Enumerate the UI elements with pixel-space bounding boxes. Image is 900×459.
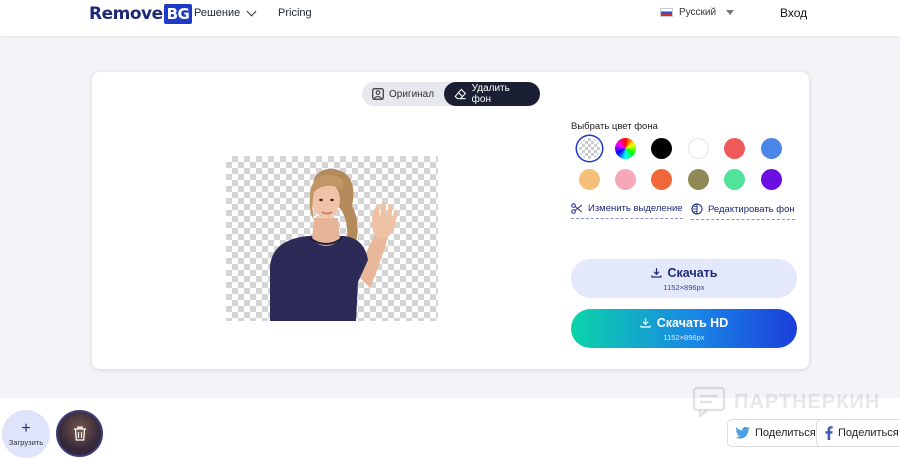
plus-icon: + <box>21 419 31 437</box>
swatch-blue[interactable] <box>761 138 782 159</box>
download-hd-main: Скачать HD <box>640 316 728 330</box>
swatch-white[interactable] <box>688 138 709 159</box>
background-layer-icon <box>691 203 703 215</box>
swatch-olive[interactable] <box>688 169 709 190</box>
tab-original[interactable]: Оригинал <box>362 82 444 106</box>
trash-icon[interactable] <box>73 426 87 441</box>
edit-background-link[interactable]: Редактировать фон <box>691 203 795 220</box>
person-cutout-image <box>270 168 398 321</box>
swatch-red[interactable] <box>724 138 745 159</box>
swatch-purple[interactable] <box>761 169 782 190</box>
upload-button[interactable]: + Загрузить <box>2 410 50 458</box>
facebook-icon <box>825 426 833 440</box>
edit-background-label: Редактировать фон <box>708 203 795 215</box>
nav-solution-label: Решение <box>194 7 241 19</box>
download-main: Скачать <box>650 265 718 280</box>
swatch-pink[interactable] <box>615 169 636 190</box>
scissors-icon <box>571 203 583 214</box>
download-hd-icon <box>640 318 651 328</box>
login-link[interactable]: Вход <box>780 6 807 20</box>
share-twitter-button[interactable]: Поделиться <box>727 419 825 447</box>
tab-remove-bg[interactable]: Удалить фон <box>444 82 540 106</box>
swatch-black[interactable] <box>651 138 672 159</box>
edit-selection-label: Изменить выделение <box>588 203 683 214</box>
upload-label: Загрузить <box>8 437 44 447</box>
swatch-orange[interactable] <box>651 169 672 190</box>
share-facebook-button[interactable]: Поделиться <box>816 419 900 447</box>
download-hd-label: Скачать HD <box>656 315 729 330</box>
nav-pricing-label: Pricing <box>278 7 312 19</box>
edit-selection-link[interactable]: Изменить выделение <box>571 203 683 219</box>
top-header: Remove BG Решение Pricing Русский Вход <box>0 0 900 36</box>
download-hd-button[interactable]: Скачать HD 1152×896px <box>571 309 797 348</box>
nav-pricing-link[interactable]: Pricing <box>278 7 312 19</box>
swatch-mint[interactable] <box>724 169 745 190</box>
share-facebook-label: Поделиться <box>838 427 899 439</box>
partnerkin-watermark: ПАРТНЕРКИН <box>692 386 880 418</box>
chevron-down-icon <box>246 6 257 17</box>
tab-remove-bg-label: Удалить фон <box>471 83 510 105</box>
removebg-logo[interactable]: Remove BG <box>89 4 193 24</box>
swatch-peach[interactable] <box>579 169 600 190</box>
chat-bubble-logo <box>692 386 726 418</box>
language-selector[interactable]: Русский <box>660 7 735 18</box>
view-toggle: Оригинал Удалить фон <box>362 82 540 106</box>
swatch-custom-color[interactable] <box>615 138 636 159</box>
swatch-transparent[interactable] <box>579 138 600 159</box>
watermark-text: ПАРТНЕРКИН <box>734 390 881 413</box>
download-size: 1152×896px <box>663 282 705 292</box>
portrait-icon <box>372 88 384 100</box>
twitter-icon <box>736 427 750 439</box>
nav-solution-menu[interactable]: Решение <box>194 6 257 19</box>
share-twitter-label: Поделиться <box>755 427 816 439</box>
logo-accent: BG <box>163 4 193 24</box>
download-icon <box>650 268 662 278</box>
download-button[interactable]: Скачать 1152×896px <box>571 259 797 298</box>
russia-flag-icon <box>660 8 673 17</box>
result-preview[interactable] <box>226 156 438 321</box>
language-label: Русский <box>679 7 717 18</box>
caret-down-icon <box>726 10 735 15</box>
download-label: Скачать <box>667 265 718 280</box>
download-hd-size: 1152×896px <box>663 332 705 342</box>
background-color-title: Выбрать цвет фона <box>571 121 658 132</box>
eraser-icon <box>454 88 467 100</box>
tab-original-label: Оригинал <box>389 88 435 100</box>
image-thumbnail[interactable] <box>56 410 103 457</box>
logo-text: Remove <box>89 4 163 24</box>
